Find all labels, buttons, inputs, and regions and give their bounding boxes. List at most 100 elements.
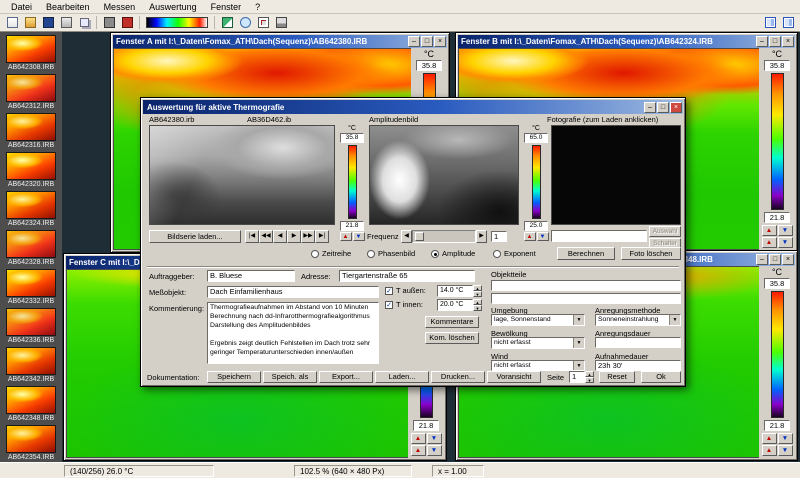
photo-path-input[interactable] — [551, 230, 647, 242]
chevron-down-icon[interactable]: ▼ — [669, 315, 680, 325]
minimize-button[interactable]: – — [408, 36, 420, 47]
maximize-button[interactable]: □ — [769, 254, 781, 265]
slider-track[interactable] — [412, 230, 476, 243]
scale-up-icon[interactable]: ▲ — [762, 225, 777, 236]
photo-image-placeholder[interactable] — [551, 125, 681, 225]
chart-icon[interactable] — [219, 15, 235, 30]
scale-up-icon[interactable]: ▲ — [762, 237, 777, 248]
scale-down-icon[interactable]: ▼ — [778, 225, 793, 236]
t-out-checkbox[interactable]: ✓ T außen: — [385, 286, 426, 295]
object-input[interactable]: Dach Einfamilienhaus — [207, 286, 379, 298]
scale-max-input[interactable]: 65.0 — [524, 133, 548, 143]
thumbnail-item[interactable]: AB642316.IRB — [6, 113, 56, 150]
t-in-input[interactable]: 20.0 °C — [437, 299, 473, 311]
layout-grid-right-icon[interactable] — [780, 15, 796, 30]
scale-up-icon[interactable]: ▲ — [411, 433, 426, 444]
frequency-value-input[interactable]: 1 — [491, 231, 507, 242]
environment-select[interactable]: lage, Sonnenstand ▼ — [491, 314, 585, 326]
scale-down-icon[interactable]: ▼ — [427, 433, 442, 444]
step-back-button[interactable]: ◀ — [273, 230, 287, 243]
thumbnail-image[interactable] — [6, 35, 56, 63]
excitation-method-select[interactable]: Sonneneinstrahlung ▼ — [595, 314, 681, 326]
rewind-button[interactable]: ◀◀ — [259, 230, 273, 243]
radio-exponent[interactable]: Exponent — [493, 249, 536, 258]
copy-icon[interactable] — [76, 15, 92, 30]
thumbnail-item[interactable]: AB642332.IRB — [6, 269, 56, 306]
scale-up-icon[interactable]: ▲ — [762, 433, 777, 444]
thermogram-image[interactable] — [149, 125, 335, 225]
thumbnail-item[interactable]: AB642324.IRB — [6, 191, 56, 228]
scale-up-icon[interactable]: ▲ — [762, 445, 777, 456]
address-input[interactable]: Tiergartenstraße 65 — [339, 270, 475, 282]
wind-select[interactable]: nicht erfasst ▼ — [491, 360, 585, 371]
last-frame-button[interactable]: ▶| — [315, 230, 329, 243]
load-series-button[interactable]: Bildserie laden... — [149, 230, 241, 243]
object-parts-input-1[interactable] — [491, 280, 681, 291]
reset-button[interactable]: Reset — [599, 371, 635, 383]
export-button[interactable]: Export... — [319, 371, 373, 383]
load-button[interactable]: Laden... — [375, 371, 429, 383]
thumbnail-image[interactable] — [6, 152, 56, 180]
radio-amplitude[interactable]: Amplitude — [431, 249, 475, 258]
thumbnail-item[interactable]: AB642348.IRB — [6, 386, 56, 423]
scale-max-input[interactable]: 35.8 — [764, 278, 790, 289]
frequency-slider[interactable]: ◀ ▶ — [401, 230, 487, 243]
scale-up-icon[interactable]: ▲ — [411, 445, 426, 456]
spin-down-icon[interactable]: ▼ — [473, 305, 482, 311]
dialog-titlebar[interactable]: Auswertung für aktive Thermografie – □ × — [143, 100, 683, 114]
clouds-select[interactable]: nicht erfasst ▼ — [491, 337, 585, 349]
thumbnail-item[interactable]: AB642342.IRB — [6, 347, 56, 384]
minimize-button[interactable]: – — [756, 254, 768, 265]
scale-down-icon[interactable]: ▼ — [778, 433, 793, 444]
client-input[interactable]: B. Bluese — [207, 270, 295, 282]
page-input[interactable]: 1 — [569, 371, 585, 383]
scale-down-icon[interactable]: ▼ — [353, 232, 365, 241]
thumbnail-image[interactable] — [6, 347, 56, 375]
scale-min-input[interactable]: 21.8 — [764, 212, 790, 223]
spin-down-icon[interactable]: ▼ — [473, 291, 482, 297]
preview-button[interactable]: Voransicht — [487, 371, 541, 383]
scale-min-input[interactable]: 21.8 — [764, 420, 790, 431]
thumbnail-image[interactable] — [6, 230, 56, 258]
scale-max-input[interactable]: 35.8 — [340, 133, 364, 143]
step-forward-button[interactable]: ▶ — [287, 230, 301, 243]
scale-down-icon[interactable]: ▼ — [778, 237, 793, 248]
close-button[interactable]: × — [782, 254, 794, 265]
layout-grid-left-icon[interactable] — [762, 15, 778, 30]
chevron-down-icon[interactable]: ▼ — [573, 338, 584, 348]
save-as-button[interactable]: Speich. als — [263, 371, 317, 383]
recording-duration-input[interactable]: 23h 30' — [595, 360, 681, 371]
thumbnail-image[interactable] — [6, 74, 56, 102]
scale-min-input[interactable]: 25.0 — [524, 221, 548, 231]
thumbnail-item[interactable]: AB642336.IRB — [6, 308, 56, 345]
thumbnail-item[interactable]: AB642308.IRB — [6, 35, 56, 72]
scale-min-input[interactable]: 21.8 — [413, 420, 439, 431]
fast-forward-button[interactable]: ▶▶ — [301, 230, 315, 243]
camera-icon[interactable] — [101, 15, 117, 30]
palette-gradient-strip[interactable] — [144, 15, 210, 30]
thumbnail-item[interactable]: AB642320.IRB — [6, 152, 56, 189]
photo-select-button[interactable]: Auswahl — [649, 226, 681, 237]
thumbnail-image[interactable] — [6, 425, 56, 453]
first-frame-button[interactable]: |◀ — [245, 230, 259, 243]
chevron-down-icon[interactable]: ▼ — [573, 315, 584, 325]
close-button[interactable]: × — [670, 102, 682, 113]
record-icon[interactable] — [119, 15, 135, 30]
scale-max-input[interactable]: 35.8 — [764, 60, 790, 71]
thumbnail-image[interactable] — [6, 308, 56, 336]
slider-left-icon[interactable]: ◀ — [401, 230, 412, 243]
measure-icon[interactable] — [255, 15, 271, 30]
comment-textarea[interactable]: Thermografieaufnahmen im Abstand von 10 … — [207, 302, 379, 364]
close-button[interactable]: × — [434, 36, 446, 47]
comments-clear-button[interactable]: Kom. löschen — [425, 332, 479, 344]
scale-down-icon[interactable]: ▼ — [427, 445, 442, 456]
scale-down-icon[interactable]: ▼ — [778, 445, 793, 456]
print-icon[interactable] — [58, 15, 74, 30]
new-document-icon[interactable] — [4, 15, 20, 30]
open-folder-icon[interactable] — [22, 15, 38, 30]
photo-delete-button[interactable]: Foto löschen — [621, 247, 681, 260]
scale-up-icon[interactable]: ▲ — [524, 232, 536, 241]
t-in-checkbox[interactable]: ✓ T innen: — [385, 300, 423, 309]
histogram-icon[interactable] — [273, 15, 289, 30]
close-button[interactable]: × — [782, 36, 794, 47]
